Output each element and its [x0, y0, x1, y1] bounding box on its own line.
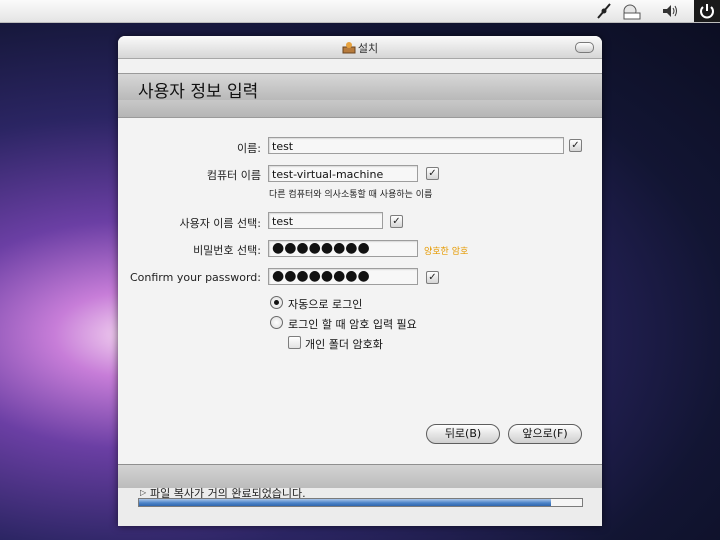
name-label: 이름: — [237, 142, 261, 155]
header-divider — [118, 100, 602, 118]
encrypt-home-label[interactable]: 개인 폴더 암호화 — [305, 336, 383, 352]
keyboard-indicator-icon[interactable] — [622, 2, 642, 20]
status-area: ▷ 파일 복사가 거의 완료되었습니다. — [118, 487, 602, 526]
name-ok-icon: ✓ — [569, 139, 582, 152]
installer-icon — [342, 42, 356, 54]
require-password-radio[interactable] — [270, 316, 283, 329]
name-field[interactable]: test — [268, 137, 564, 154]
confirm-password-label: Confirm your password: — [129, 271, 261, 284]
volume-icon[interactable] — [660, 2, 680, 20]
back-button[interactable]: 뒤로(B) — [426, 424, 500, 444]
title-bar[interactable]: 설치 — [118, 36, 602, 59]
auto-login-radio[interactable] — [270, 296, 283, 309]
installer-window: 설치 사용자 정보 입력 이름: test ✓ 컴퓨터 이름 test-virt… — [118, 36, 602, 526]
password-strength: 양호한 암호 — [424, 247, 469, 257]
power-icon[interactable] — [694, 0, 720, 22]
form-area: 이름: test ✓ 컴퓨터 이름 test-virtual-machine ✓… — [118, 118, 602, 464]
require-password-label[interactable]: 로그인 할 때 암호 입력 필요 — [288, 316, 417, 332]
password-field[interactable]: ●●●●●●●● — [268, 240, 418, 257]
computer-name-label: 컴퓨터 이름 — [206, 169, 261, 182]
top-panel — [0, 0, 720, 23]
header-band: 사용자 정보 입력 — [118, 73, 602, 102]
password-label: 비밀번호 선택: — [193, 244, 261, 257]
window-title: 설치 — [357, 42, 379, 55]
progress-bar — [138, 498, 583, 507]
forward-button[interactable]: 앞으로(F) — [508, 424, 582, 444]
window-toolbar-button[interactable] — [575, 42, 594, 53]
username-label: 사용자 이름 선택: — [179, 217, 261, 230]
username-field[interactable]: test — [268, 212, 383, 229]
network-icon[interactable] — [594, 2, 614, 20]
username-ok-icon: ✓ — [390, 215, 403, 228]
computer-name-field[interactable]: test-virtual-machine — [268, 165, 418, 182]
progress-fill — [139, 499, 551, 506]
auto-login-label[interactable]: 자동으로 로그인 — [288, 296, 362, 312]
encrypt-home-checkbox[interactable] — [288, 336, 301, 349]
expand-arrow-icon[interactable]: ▷ — [140, 488, 146, 497]
computer-name-ok-icon: ✓ — [426, 167, 439, 180]
page-title: 사용자 정보 입력 — [138, 82, 259, 102]
confirm-password-ok-icon: ✓ — [426, 271, 439, 284]
confirm-password-field[interactable]: ●●●●●●●● — [268, 268, 418, 285]
computer-name-hint: 다른 컴퓨터와 의사소통할 때 사용하는 이름 — [269, 190, 433, 200]
